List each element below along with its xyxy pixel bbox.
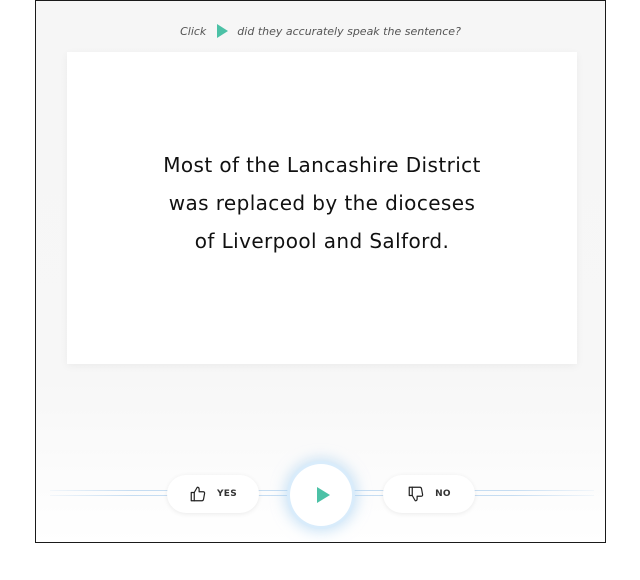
sentence-text: Most of the Lancashire District was repl… <box>163 146 481 260</box>
validation-panel: Click did they accurately speak the sent… <box>35 0 606 543</box>
instruction-suffix: did they accurately speak the sentence? <box>237 24 461 38</box>
yes-label: YES <box>216 489 238 499</box>
thumbs-down-icon <box>408 486 424 502</box>
instruction-prefix: Click <box>180 24 207 38</box>
play-icon <box>316 487 330 503</box>
sentence-card: Most of the Lancashire District was repl… <box>67 52 577 364</box>
sentence-line: was replaced by the dioceses <box>168 191 476 215</box>
play-icon <box>217 24 229 38</box>
thumbs-up-icon <box>190 486 206 502</box>
play-button[interactable] <box>290 464 352 526</box>
yes-button[interactable]: YES <box>167 475 259 513</box>
no-label: NO <box>435 489 451 499</box>
no-button[interactable]: NO <box>383 475 475 513</box>
instruction-text: Click did they accurately speak the sent… <box>36 21 605 41</box>
sentence-line: of Liverpool and Salford. <box>194 229 450 253</box>
sentence-line: Most of the Lancashire District <box>163 153 481 177</box>
